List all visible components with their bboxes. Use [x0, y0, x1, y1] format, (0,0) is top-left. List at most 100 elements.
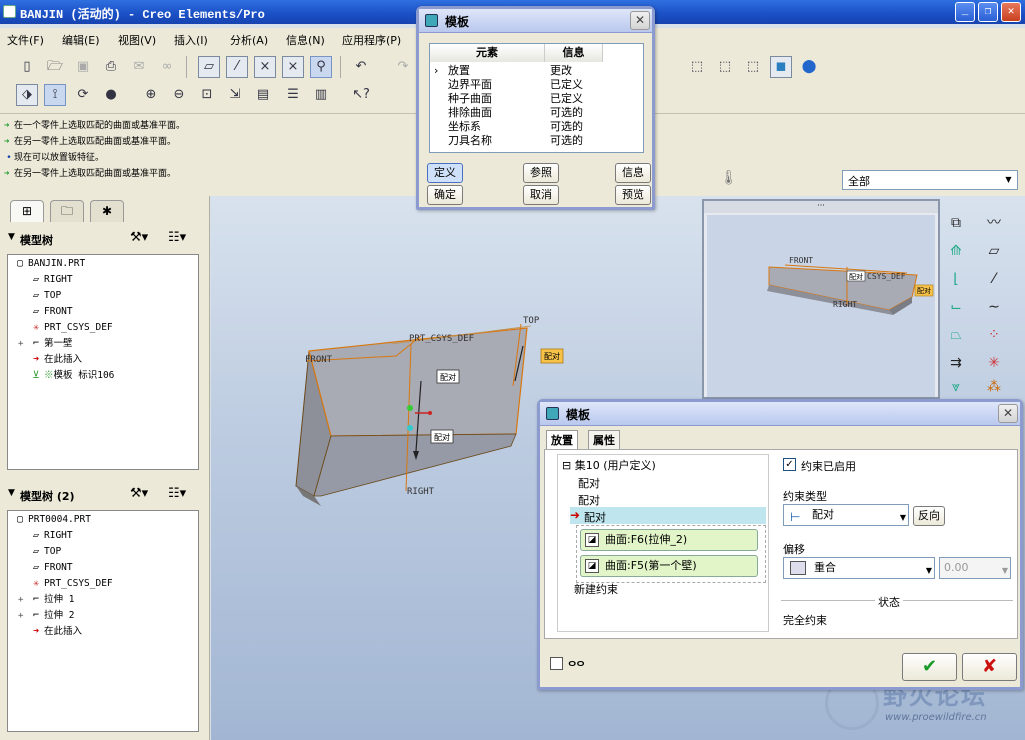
bend-tool-icon[interactable]: ⏢: [944, 324, 968, 346]
tree-settings-icon[interactable]: ⚒▾: [130, 486, 148, 501]
appearance-icon[interactable]: ●: [100, 84, 122, 106]
show-preview-checkbox[interactable]: [550, 657, 563, 670]
menu-edit[interactable]: 编辑(E): [62, 32, 100, 48]
zoom-in-icon[interactable]: ⊕: [140, 84, 162, 106]
wall-tool-icon[interactable]: ⟰: [944, 240, 968, 262]
plane-tool-icon[interactable]: ▱: [982, 240, 1006, 262]
reference-surface-f5[interactable]: ◪ 曲面:F5(第一个壁): [580, 555, 758, 577]
selection-filter-dropdown[interactable]: 全部 ▼: [842, 170, 1018, 190]
save-icon[interactable]: ▣: [72, 56, 94, 78]
new-file-icon[interactable]: ▯: [16, 56, 38, 78]
restore-button[interactable]: ❐: [978, 2, 998, 22]
constraint-tag[interactable]: 配对: [440, 372, 456, 382]
tab-folder-browser[interactable]: 🗀: [50, 200, 84, 222]
constraint-item-selected[interactable]: ➜ 配对: [570, 507, 766, 524]
spin-center-icon[interactable]: ⟟: [44, 84, 66, 106]
datum-axis-display-icon[interactable]: ⁄: [226, 56, 248, 78]
tree-item-insert-here[interactable]: ➜ 在此插入: [28, 624, 82, 640]
csys-tool-icon[interactable]: ✳: [982, 352, 1006, 374]
table-row[interactable]: 排除曲面 可选的: [430, 106, 643, 120]
tree-item-right[interactable]: ▱ RIGHT: [28, 528, 73, 544]
table-row[interactable]: 坐标系 可选的: [430, 120, 643, 134]
constraint-item[interactable]: 配对: [578, 492, 600, 508]
menu-analysis[interactable]: 分析(A): [230, 32, 268, 48]
open-file-icon[interactable]: 🗁: [44, 56, 66, 78]
tree-item-part[interactable]: ▢ BANJIN.PRT: [12, 256, 85, 272]
flip-button[interactable]: 反向: [913, 506, 945, 526]
table-row[interactable]: › 放置 更改: [430, 64, 643, 78]
model-tree-header[interactable]: ▼ 模型树 ⚒▾ ☷▾: [0, 228, 210, 250]
csys-display-icon[interactable]: ⨯: [282, 56, 304, 78]
view-manager-icon[interactable]: ▥: [310, 84, 332, 106]
tab-placement[interactable]: 放置: [546, 430, 578, 450]
menu-insert[interactable]: 插入(I): [174, 32, 208, 48]
form-tool-icon[interactable]: ⩔: [944, 376, 968, 398]
tree-item-csys[interactable]: ✳ PRT_CSYS_DEF: [28, 320, 113, 336]
tree-item-extrude-1[interactable]: + ⌐ 拉伸 1: [18, 592, 74, 608]
ok-button[interactable]: 确定: [427, 185, 463, 205]
tree-item-csys[interactable]: ✳ PRT_CSYS_DEF: [28, 576, 113, 592]
glasses-icon[interactable]: ⴰⴰ: [568, 655, 585, 670]
datum-point-display-icon[interactable]: ×: [254, 56, 276, 78]
annotation-display-icon[interactable]: ⚲: [310, 56, 332, 78]
cancel-button[interactable]: 取消: [523, 185, 559, 205]
undo-icon[interactable]: ↶: [350, 56, 372, 78]
reorient-icon[interactable]: ⇲: [224, 84, 246, 106]
tree-item-right[interactable]: ▱ RIGHT: [28, 272, 73, 288]
define-button[interactable]: 定义: [427, 163, 463, 183]
table-row[interactable]: 刀具名称 可选的: [430, 134, 643, 148]
constraint-item[interactable]: 配对: [578, 475, 600, 491]
tree-item-top[interactable]: ▱ TOP: [28, 288, 61, 304]
curve-tool-icon[interactable]: ∼: [982, 296, 1006, 318]
constraint-enabled-checkbox[interactable]: ✓: [783, 458, 796, 471]
axis-tool-icon[interactable]: ⁄: [982, 268, 1006, 290]
minimize-button[interactable]: _: [955, 2, 975, 22]
flange-tool-icon[interactable]: ⌊: [944, 268, 968, 290]
constraint-tag-active[interactable]: 配对: [544, 351, 560, 361]
tree-item-first-wall[interactable]: + ⌐ 第一壁: [18, 336, 73, 352]
tab-properties[interactable]: 属性: [588, 430, 620, 450]
model-tree-2-header[interactable]: ▼ 模型树 (2) ⚒▾ ☷▾: [0, 484, 210, 506]
redraw-icon[interactable]: ⬗: [16, 84, 38, 106]
preview-button[interactable]: 预览: [615, 185, 651, 205]
help-icon[interactable]: ↖?: [350, 84, 372, 106]
saved-views-icon[interactable]: ▤: [252, 84, 274, 106]
sketch-curve-tool-icon[interactable]: 〰: [982, 212, 1006, 234]
preview-window-handle[interactable]: ···: [704, 201, 938, 213]
offset-value-input[interactable]: 0.00 ▼: [939, 557, 1011, 579]
tab-model-tree[interactable]: ⊞: [10, 200, 44, 222]
table-row[interactable]: 种子曲面 已定义: [430, 92, 643, 106]
new-constraint-link[interactable]: 新建约束: [574, 581, 618, 597]
tree-item-insert-here[interactable]: ➜ 在此插入: [28, 352, 82, 368]
close-icon[interactable]: ✕: [998, 404, 1018, 423]
tab-favorites[interactable]: ✱: [90, 200, 124, 222]
menu-info[interactable]: 信息(N): [286, 32, 325, 48]
constraint-type-select[interactable]: ⊢ 配对 ▼: [783, 504, 909, 526]
datum-plane-display-icon[interactable]: ▱: [198, 56, 220, 78]
point-tool-icon[interactable]: ⁘: [982, 324, 1006, 346]
reference-surface-f6[interactable]: ◪ 曲面:F6(拉伸_2): [580, 529, 758, 551]
wireframe-icon[interactable]: ⬚: [686, 56, 708, 78]
refit-icon[interactable]: ⊡: [196, 84, 218, 106]
constraint-set[interactable]: ⊟ 集10 (用户定义): [562, 457, 656, 473]
tree-item-template[interactable]: ⊻ ※模板 标识106: [28, 368, 114, 384]
info-button[interactable]: 信息: [615, 163, 651, 183]
references-button[interactable]: 参照: [523, 163, 559, 183]
zoom-out-icon[interactable]: ⊖: [168, 84, 190, 106]
shading-icon[interactable]: ◼: [770, 56, 792, 78]
extend-tool-icon[interactable]: ⌙: [944, 296, 968, 318]
model-display-icon[interactable]: ⬤: [798, 56, 820, 78]
offset-type-select[interactable]: 重合 ▼: [783, 557, 935, 579]
link-icon[interactable]: ∞: [156, 56, 178, 78]
cancel-icon-button[interactable]: ✘: [962, 653, 1017, 681]
unbend-tool-icon[interactable]: ⇉: [944, 352, 968, 374]
column-header-element[interactable]: 元素: [430, 44, 545, 62]
tree-settings-icon[interactable]: ⚒▾: [130, 230, 148, 245]
tree-columns-icon[interactable]: ☷▾: [168, 230, 186, 245]
datum-plane-tool-icon[interactable]: ⧉: [944, 212, 968, 234]
no-hidden-icon[interactable]: ⬚: [742, 56, 764, 78]
tree-item-extrude-2[interactable]: + ⌐ 拉伸 2: [18, 608, 74, 624]
mail-icon[interactable]: ✉: [128, 56, 150, 78]
menu-file[interactable]: 文件(F): [7, 32, 44, 48]
tree-item-top[interactable]: ▱ TOP: [28, 544, 61, 560]
